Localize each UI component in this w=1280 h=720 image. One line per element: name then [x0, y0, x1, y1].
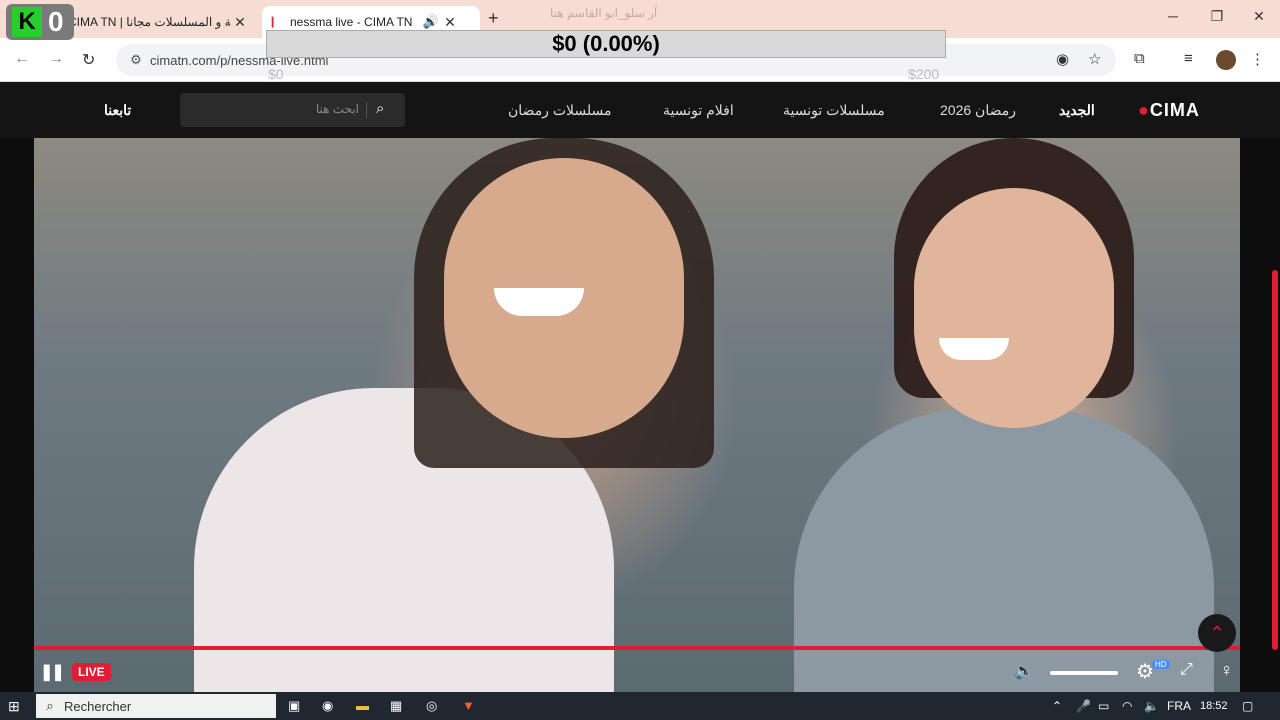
search-placeholder: ابحث هنا [315, 102, 359, 116]
tab-cima-home[interactable]: CIMA TN | ية و المسلسلات مجانا ✕ [60, 6, 260, 38]
windows-taskbar: ⊞ ⌕ Rechercher ▣ ◉ ▬ ▦ ◎ ▼ ⌃ 🎤 ▭ ◠ 🔈 FRA… [0, 692, 1280, 720]
speaker-icon[interactable]: 🔊 [422, 14, 440, 30]
nav-item-new[interactable]: الجديد [1059, 102, 1095, 119]
hd-badge: HD [1152, 660, 1170, 669]
extensions-icon[interactable]: ⧉ [1134, 50, 1145, 67]
fullscreen-icon[interactable]: ⤢ [1180, 661, 1193, 679]
taskbar-search-label: Rechercher [64, 698, 132, 714]
reload-icon[interactable]: ↻ [82, 50, 95, 70]
close-window-button[interactable]: ✕ [1244, 8, 1274, 25]
volume-icon[interactable]: 🔈 [1014, 661, 1034, 681]
new-tab-button[interactable]: + [488, 8, 499, 29]
faded-window-title: آر سلو_ابو القاسم هنا [550, 6, 658, 20]
forward-icon[interactable]: → [48, 50, 64, 68]
maximize-button[interactable]: ❐ [1202, 8, 1232, 25]
video-content [939, 338, 1009, 360]
minimize-button[interactable]: ─ [1158, 8, 1188, 24]
tradingview-icon[interactable]: ▣ [288, 698, 300, 714]
star-icon[interactable]: ☆ [1088, 50, 1101, 68]
overlay-min-label: $0 [268, 66, 284, 82]
nav-item-tunisian-series[interactable]: مسلسلات تونسية [783, 102, 885, 119]
badge-letter: K [12, 7, 42, 37]
site-header: ●CIMA الجديد رمضان 2026 مسلسلات تونسية ا… [0, 82, 1280, 138]
chrome-icon[interactable]: ◉ [322, 698, 333, 714]
tab-title: CIMA TN | ية و المسلسلات مجانا [68, 15, 230, 29]
search-divider [366, 102, 367, 118]
search-icon: ⌕ [46, 698, 54, 713]
windows-start-icon[interactable]: ⊞ [8, 698, 20, 715]
profile-avatar[interactable] [1216, 50, 1236, 70]
badge-count: 0 [48, 6, 64, 37]
battery-icon[interactable]: ▭ [1098, 699, 1109, 713]
video-content [914, 188, 1114, 428]
nav-item-ramadan-2026[interactable]: رمضان 2026 [940, 102, 1016, 119]
taskbar-search[interactable]: ⌕ Rechercher [36, 694, 276, 718]
volume-slider[interactable] [1050, 671, 1118, 675]
favicon-icon: ❙ [268, 16, 278, 28]
video-progress-bar[interactable] [34, 646, 1240, 650]
search-icon[interactable]: ⌕ [376, 100, 384, 117]
site-search[interactable]: ابحث هنا ⌕ [180, 93, 405, 127]
scroll-to-top-button[interactable]: ⌃ [1198, 614, 1236, 652]
overlay-badge: K 0 [6, 4, 74, 40]
speaker-icon[interactable]: 🔈 [1144, 699, 1159, 713]
eye-off-icon[interactable]: ◉ [1056, 50, 1069, 68]
overlay-max-label: $200 [908, 66, 940, 82]
accessibility-icon[interactable]: ♀ [1220, 660, 1234, 681]
back-icon[interactable]: ← [14, 50, 30, 68]
site-logo[interactable]: ●CIMA [1138, 100, 1200, 121]
menu-icon[interactable]: ⋮ [1250, 50, 1265, 68]
nav-item-tunisian-films[interactable]: افلام تونسية [663, 102, 734, 119]
follow-us-link[interactable]: تابعنا [104, 102, 131, 119]
page-scrollbar[interactable] [1272, 270, 1278, 650]
price-overlay: $0 (0.00%) [266, 30, 946, 58]
nav-item-ramadan-series[interactable]: مسلسلات رمضان [508, 102, 611, 119]
app-icon[interactable]: ◎ [426, 698, 437, 714]
live-badge[interactable]: LIVE [72, 663, 111, 681]
video-content [494, 288, 584, 316]
folder-icon[interactable]: ▬ [356, 698, 369, 713]
pause-icon[interactable]: ❚❚ [40, 662, 65, 682]
player-controls: ❚❚ LIVE 🔈 ⚙ HD ⤢ ♀ [34, 652, 1240, 692]
clock[interactable]: 18:52 [1200, 700, 1228, 712]
microphone-icon[interactable]: 🎤 [1076, 699, 1091, 713]
media-control-icon[interactable]: ≡ [1184, 50, 1193, 67]
brave-icon[interactable]: ▼ [462, 698, 475, 713]
video-frame[interactable] [34, 138, 1240, 692]
store-icon[interactable]: ▦ [390, 698, 402, 714]
language-indicator[interactable]: FRA [1167, 699, 1191, 713]
tab-title: nessma live - CIMA TN [290, 15, 413, 29]
close-tab-icon[interactable]: ✕ [440, 14, 460, 31]
wifi-icon[interactable]: ◠ [1122, 699, 1132, 713]
close-tab-icon[interactable]: ✕ [230, 14, 250, 31]
notifications-icon[interactable]: ▢ [1242, 699, 1253, 713]
tray-chevron-icon[interactable]: ⌃ [1052, 699, 1062, 713]
site-settings-icon[interactable]: ⚙ [122, 52, 150, 68]
